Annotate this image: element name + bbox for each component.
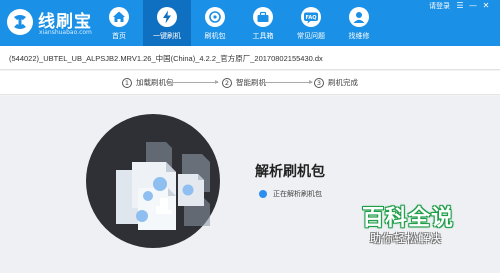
package-filename: (544022)_UBTEL_UB_ALPSJB2.MRV1.26_中国(Chi…	[9, 54, 323, 63]
package-icon	[205, 7, 225, 27]
watermark-subtitle: 助你轻松解决	[370, 232, 442, 245]
watermark: 百科全说 助你轻松解决	[362, 200, 458, 258]
app-domain: xianshuabao.com	[39, 29, 92, 36]
step-number: 3	[314, 77, 324, 88]
nav-item-find-repair[interactable]: 找维修	[335, 0, 383, 46]
home-icon	[109, 7, 129, 27]
step-flash-complete: 3 刷机完成	[314, 77, 358, 89]
faq-icon: FAQ	[301, 7, 321, 27]
main-content: 解析刷机包 正在解析刷机包 百科全说 助你轻松解决	[0, 96, 500, 273]
repair-icon	[349, 7, 369, 27]
nav-label-flash-package: 刷机包	[204, 32, 226, 40]
nav-item-home[interactable]: 首页	[95, 0, 143, 46]
step-number: 1	[122, 77, 132, 88]
login-link[interactable]: 请登录	[429, 1, 450, 11]
documents-icon	[116, 142, 210, 230]
nav-label-one-click-flash: 一键刷机	[153, 32, 181, 40]
logo-mark-icon	[7, 9, 33, 35]
step-label: 刷机完成	[328, 78, 358, 87]
package-file-bar: (544022)_UBTEL_UB_ALPSJB2.MRV1.26_中国(Chi…	[0, 46, 500, 70]
nav-item-faq[interactable]: FAQ 常见问题	[287, 0, 335, 46]
nav-item-toolbox[interactable]: 工具箱	[239, 0, 287, 46]
step-load-package: 1 加载刷机包	[122, 77, 174, 89]
nav-item-flash-package[interactable]: 刷机包	[191, 0, 239, 46]
close-button[interactable]: ✕	[480, 0, 492, 11]
step-number: 2	[222, 77, 232, 88]
status-dot-icon	[259, 190, 267, 198]
toolbox-icon	[253, 7, 273, 27]
nav-item-one-click-flash[interactable]: 一键刷机	[143, 0, 191, 46]
nav-label-find-repair: 找维修	[348, 32, 370, 40]
menu-icon[interactable]: ☰	[454, 0, 466, 11]
lightning-icon	[157, 7, 177, 27]
minimize-button[interactable]: —	[467, 0, 479, 11]
parsing-title: 解析刷机包	[255, 164, 325, 180]
nav-label-faq: 常见问题	[297, 32, 325, 40]
svg-text:FAQ: FAQ	[306, 15, 317, 21]
step-smart-flash: 2 智能刷机	[222, 77, 266, 89]
step-arrow-icon	[166, 80, 219, 84]
flash-steps: 1 加载刷机包 2 智能刷机 3 刷机完成	[0, 71, 500, 95]
watermark-title: 百科全说	[362, 206, 455, 231]
window-controls: 请登录 ☰ — ✕	[412, 0, 492, 12]
top-header: 线刷宝 xianshuabao.com 首页 一键刷机 刷机包 工具箱 FAQ …	[0, 0, 500, 46]
parsing-illustration	[86, 114, 220, 248]
nav-label-toolbox: 工具箱	[252, 32, 274, 40]
status-text: 正在解析刷机包	[273, 190, 322, 198]
step-arrow-icon	[260, 80, 313, 84]
nav-label-home: 首页	[112, 32, 126, 40]
